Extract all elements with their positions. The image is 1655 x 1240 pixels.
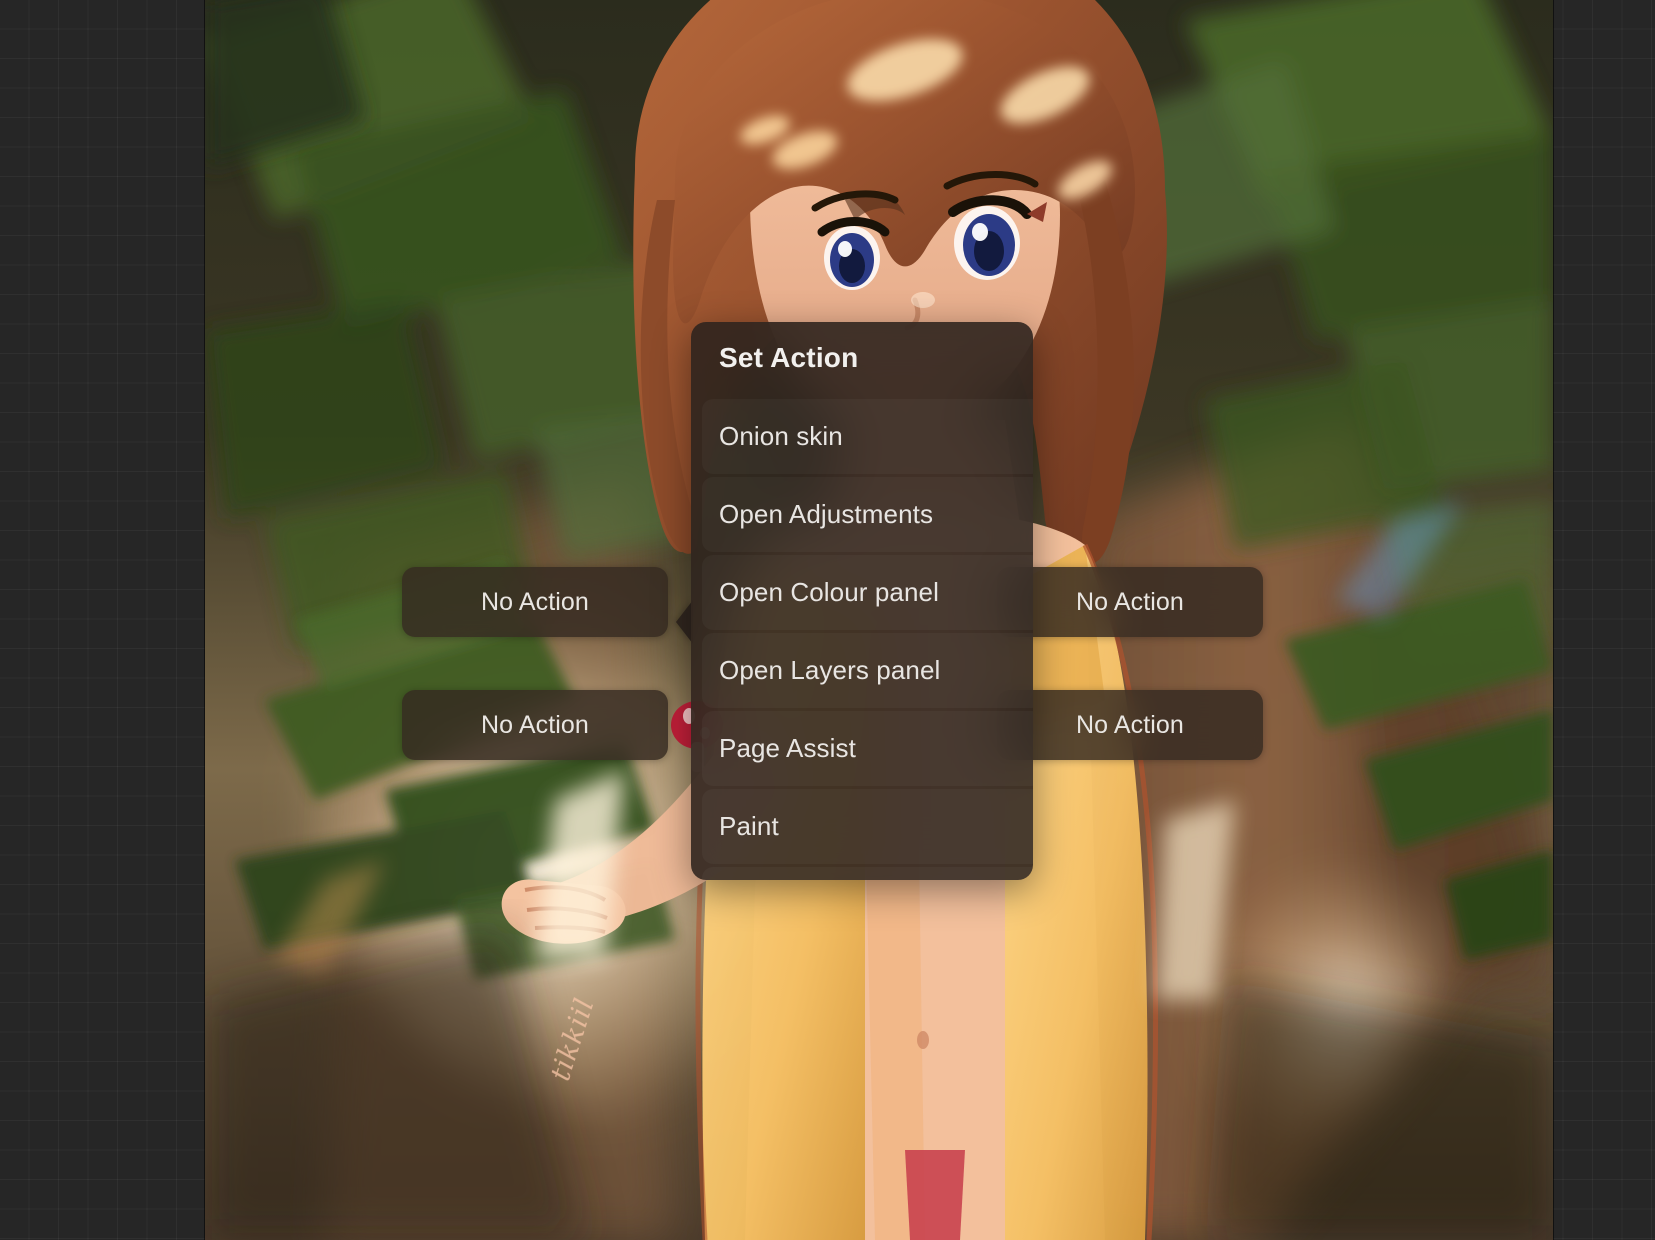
popover-item-next-partial[interactable]: [702, 867, 1033, 880]
quick-menu-button-label: No Action: [481, 710, 589, 739]
app-root: tikkiil No Action No Action No Action No…: [0, 0, 1655, 1240]
popover-item-label: Page Assist: [719, 733, 856, 763]
quick-menu-button-label: No Action: [1076, 587, 1184, 616]
popover-item-label: Open Layers panel: [719, 655, 941, 685]
popover-item-paint[interactable]: Paint: [702, 789, 1033, 864]
popover-item-label: Open Colour panel: [719, 577, 939, 607]
popover-item-open-colour-panel[interactable]: Open Colour panel: [702, 555, 1033, 630]
popover-item-list[interactable]: Onion skin Open Adjustments Open Colour …: [702, 399, 1033, 880]
popover-item-label: Onion skin: [719, 421, 843, 451]
popover-panel: Set Action Onion skin Open Adjustments O…: [691, 322, 1033, 880]
popover-item-label: Open Adjustments: [719, 499, 934, 529]
quick-menu-button-top-right[interactable]: No Action: [997, 567, 1263, 637]
popover-item-open-layers-panel[interactable]: Open Layers panel: [702, 633, 1033, 708]
quick-menu-button-label: No Action: [481, 587, 589, 616]
popover-item-label: Paint: [719, 811, 779, 841]
quick-menu-button-label: No Action: [1076, 710, 1184, 739]
quick-menu-button-top-left[interactable]: No Action: [402, 567, 668, 637]
quick-menu-button-bottom-left[interactable]: No Action: [402, 690, 668, 760]
quick-menu-button-bottom-right[interactable]: No Action: [997, 690, 1263, 760]
popover-item-page-assist[interactable]: Page Assist: [702, 711, 1033, 786]
popover-item-open-adjustments[interactable]: Open Adjustments: [702, 477, 1033, 552]
popover-item-onion-skin[interactable]: Onion skin: [702, 399, 1033, 474]
popover-title: Set Action: [719, 342, 859, 373]
